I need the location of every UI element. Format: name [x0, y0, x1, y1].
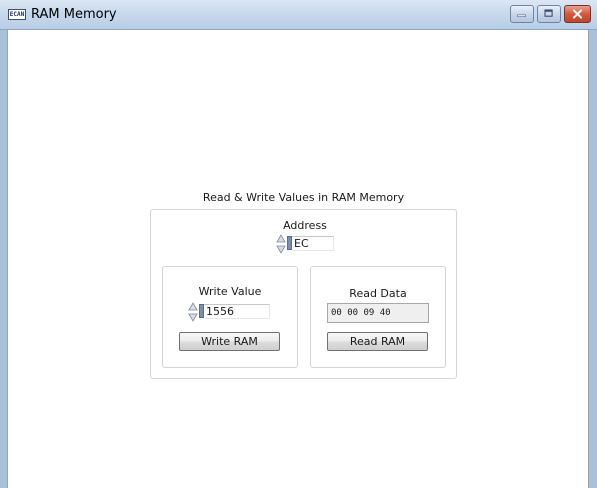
minimize-button[interactable] — [510, 5, 534, 23]
maximize-icon — [544, 9, 553, 17]
write-value-label: Write Value — [198, 285, 262, 298]
increment-arrow-icon[interactable] — [276, 234, 286, 243]
address-spinner[interactable] — [276, 234, 286, 254]
address-label: Address — [283, 219, 327, 232]
close-icon — [572, 9, 583, 19]
write-ram-button[interactable]: Write RAM — [179, 332, 280, 351]
maximize-button[interactable] — [537, 5, 561, 23]
app-icon: ECAN — [8, 9, 26, 20]
panel-title: Read & Write Values in RAM Memory — [202, 191, 405, 204]
title-bar[interactable]: ECAN RAM Memory — [0, 0, 597, 30]
write-value-spinner[interactable] — [188, 302, 198, 322]
read-data-label: Read Data — [349, 287, 407, 300]
read-data-display: 00 00 09 40 — [327, 303, 429, 323]
read-ram-button[interactable]: Read RAM — [327, 332, 428, 351]
close-button[interactable] — [564, 5, 591, 23]
window-title: RAM Memory — [31, 7, 117, 22]
decrement-arrow-icon[interactable] — [276, 245, 286, 254]
decrement-arrow-icon[interactable] — [188, 313, 198, 322]
address-input[interactable]: EC — [292, 236, 334, 251]
write-value-input[interactable]: 1556 — [204, 304, 270, 319]
increment-arrow-icon[interactable] — [188, 302, 198, 311]
minimize-icon — [517, 14, 526, 17]
